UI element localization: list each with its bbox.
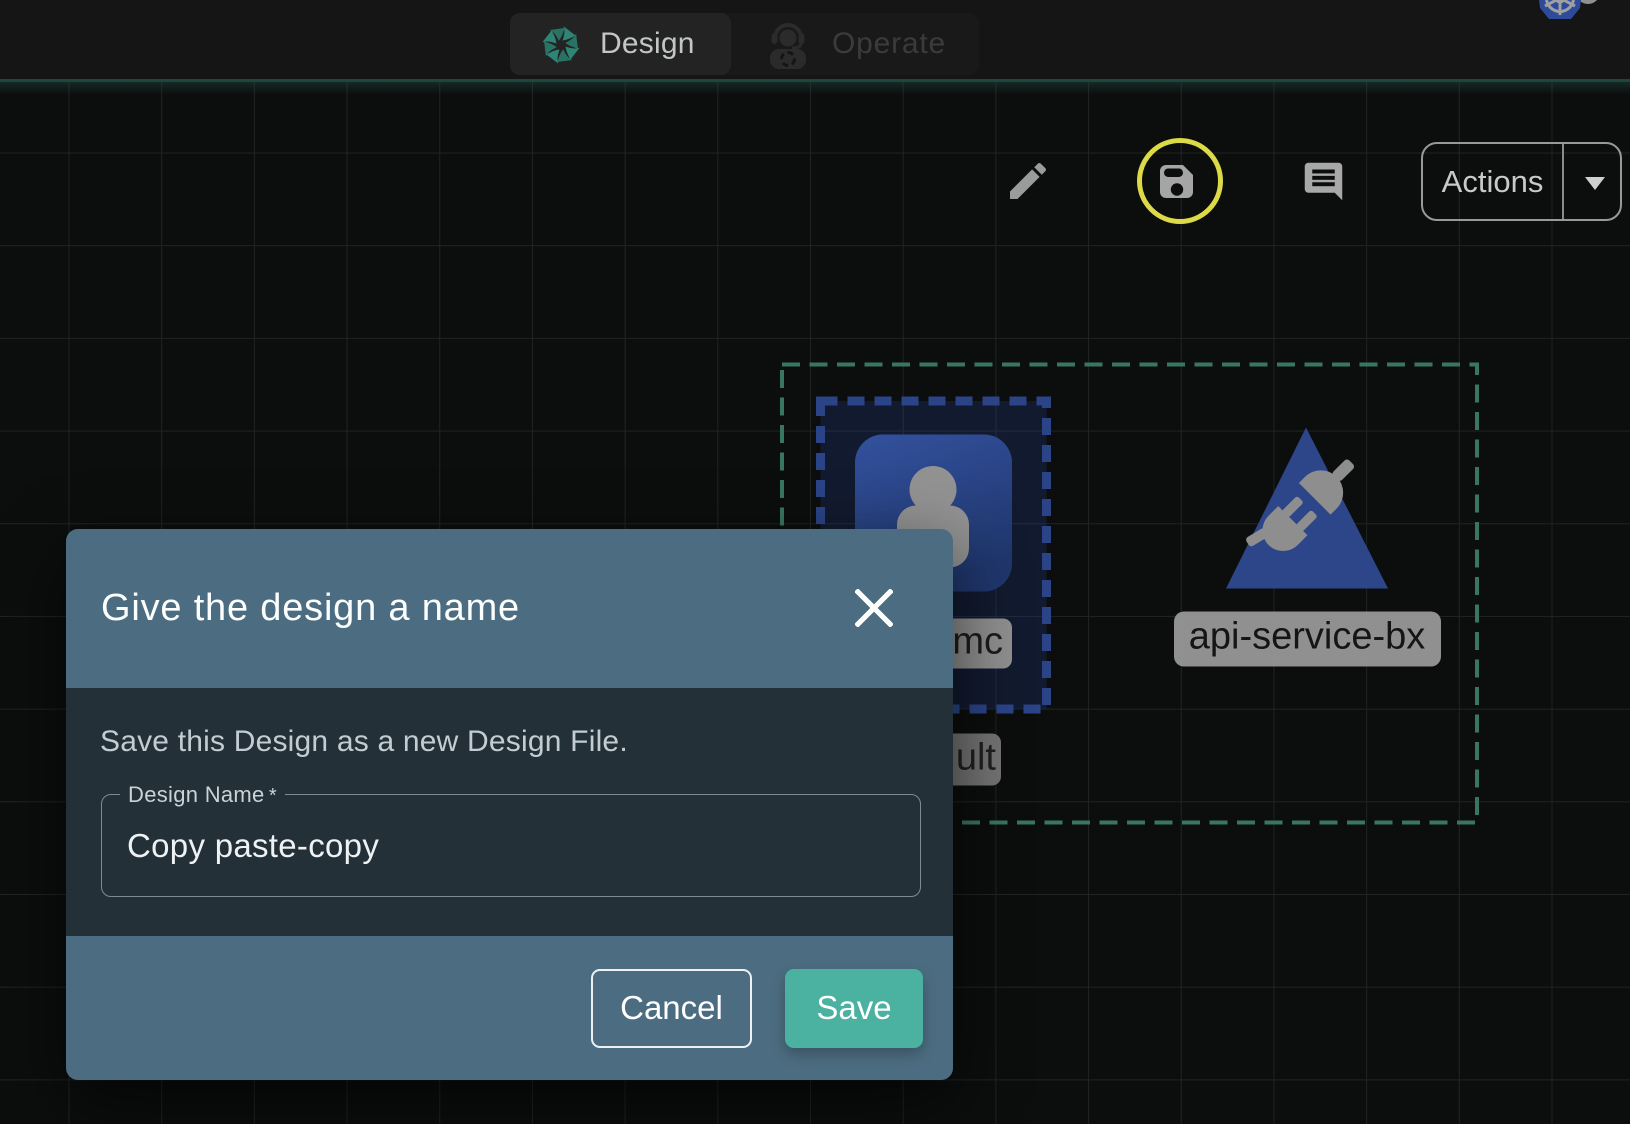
svg-text:ult: ult xyxy=(956,736,997,778)
svg-text:mc: mc xyxy=(952,620,1003,662)
svg-text:api-service-bx: api-service-bx xyxy=(1189,615,1426,657)
